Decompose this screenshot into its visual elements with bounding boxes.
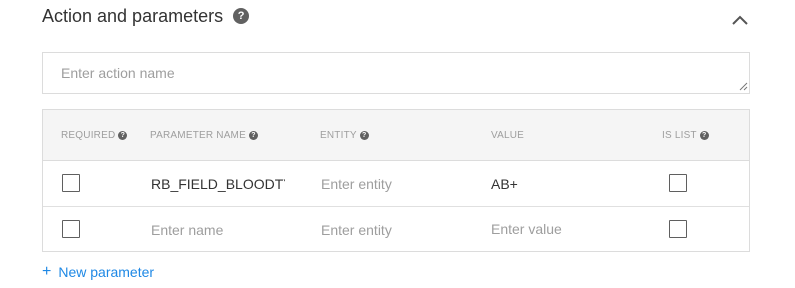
is-list-checkbox[interactable] (669, 174, 687, 192)
action-parameters-panel: Action and parameters ? REQUIRED ? PARAM… (0, 0, 795, 288)
is-list-checkbox[interactable] (669, 220, 687, 238)
value-input[interactable] (491, 218, 641, 240)
column-header-is-list: IS LIST ? (662, 110, 709, 160)
table-row (43, 206, 749, 252)
value-input[interactable] (491, 173, 641, 195)
column-header-required: REQUIRED ? (61, 110, 128, 160)
entity-input[interactable] (321, 173, 471, 195)
parameter-name-input[interactable] (151, 219, 285, 241)
required-checkbox[interactable] (62, 220, 80, 238)
collapse-button[interactable] (728, 10, 752, 30)
table-row (43, 161, 749, 206)
action-name-input[interactable] (42, 52, 750, 94)
column-header-entity: ENTITY ? (320, 110, 369, 160)
help-icon[interactable]: ? (359, 130, 369, 140)
column-header-parameter-name: PARAMETER NAME ? (150, 110, 258, 160)
new-parameter-label: New parameter (58, 264, 155, 280)
section-title: Action and parameters (42, 5, 224, 26)
table-header: REQUIRED ? PARAMETER NAME ? ENTITY ? VAL… (43, 110, 749, 161)
help-icon[interactable]: ? (699, 130, 709, 140)
parameters-table: REQUIRED ? PARAMETER NAME ? ENTITY ? VAL… (42, 109, 750, 252)
column-header-value: VALUE (491, 129, 525, 141)
parameter-name-input[interactable] (151, 173, 285, 195)
entity-input[interactable] (321, 219, 471, 241)
required-checkbox[interactable] (62, 174, 80, 192)
section-header: Action and parameters ? (42, 4, 250, 28)
help-icon[interactable]: ? (248, 130, 258, 140)
help-icon[interactable]: ? (118, 130, 128, 140)
plus-icon: + (42, 263, 52, 280)
resize-handle-icon[interactable] (738, 81, 748, 91)
new-parameter-link[interactable]: + New parameter (42, 262, 154, 282)
help-icon[interactable]: ? (233, 8, 250, 24)
chevron-up-icon (732, 15, 748, 25)
